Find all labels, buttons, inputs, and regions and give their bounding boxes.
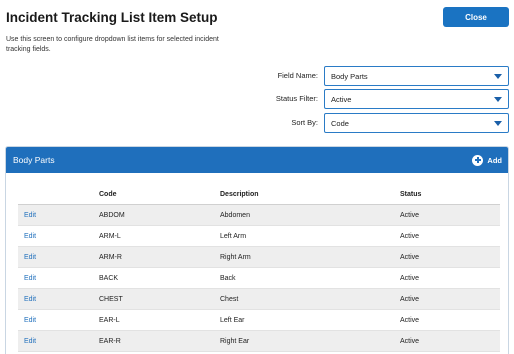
- body-parts-panel: Body Parts Add Code Description Status E…: [5, 146, 509, 354]
- row-description: Abdomen: [220, 212, 250, 219]
- add-label: Add: [487, 155, 502, 165]
- row-description: Right Arm: [220, 254, 251, 261]
- edit-link[interactable]: Edit: [24, 317, 36, 324]
- table-row: Edit BACK Back Active: [18, 268, 500, 289]
- row-code: EAR-L: [99, 317, 120, 324]
- row-status: Active: [400, 254, 420, 261]
- field-name-label: Field Name:: [277, 71, 318, 80]
- row-description: Right Ear: [220, 338, 250, 345]
- status-filter-select[interactable]: Active: [324, 89, 509, 109]
- edit-link[interactable]: Edit: [24, 254, 36, 261]
- chevron-down-icon: [494, 121, 502, 126]
- edit-link[interactable]: Edit: [24, 275, 36, 282]
- table-row: Edit ARM-L Left Arm Active: [18, 226, 500, 247]
- sort-by-value: Code: [331, 119, 349, 128]
- sort-by-label: Sort By:: [291, 118, 318, 127]
- add-button[interactable]: Add: [472, 153, 502, 167]
- row-description: Left Arm: [220, 233, 247, 240]
- column-header-description: Description: [220, 191, 259, 198]
- page-title: Incident Tracking List Item Setup: [6, 10, 218, 25]
- plus-circle-icon: [472, 154, 484, 166]
- table-header: Code Description Status: [18, 184, 500, 205]
- field-name-row: Field Name: Body Parts: [0, 66, 514, 86]
- column-header-code: Code: [99, 191, 117, 198]
- row-status: Active: [400, 212, 420, 219]
- row-status: Active: [400, 296, 420, 303]
- row-description: Back: [220, 275, 236, 282]
- row-code: ARM-R: [99, 254, 122, 261]
- status-filter-row: Status Filter: Active: [0, 89, 514, 109]
- status-filter-value: Active: [331, 95, 352, 104]
- row-description: Chest: [220, 296, 239, 303]
- row-description: Left Ear: [220, 317, 245, 324]
- sort-by-select[interactable]: Code: [324, 113, 509, 133]
- edit-link[interactable]: Edit: [24, 296, 36, 303]
- field-name-select[interactable]: Body Parts: [324, 66, 509, 86]
- field-name-value: Body Parts: [331, 72, 368, 81]
- row-code: BACK: [99, 275, 119, 282]
- row-status: Active: [400, 275, 420, 282]
- row-code: ABDOM: [99, 212, 125, 219]
- edit-link[interactable]: Edit: [24, 212, 36, 219]
- edit-link[interactable]: Edit: [24, 338, 36, 345]
- panel-header: Body Parts Add: [6, 147, 508, 173]
- row-status: Active: [400, 317, 420, 324]
- row-code: EAR-R: [99, 338, 121, 345]
- table-row: Edit EAR-R Right Ear Active: [18, 331, 500, 352]
- chevron-down-icon: [494, 97, 502, 102]
- page-description: Use this screen to configure dropdown li…: [6, 36, 219, 53]
- edit-link[interactable]: Edit: [24, 233, 36, 240]
- close-button[interactable]: Close: [443, 7, 509, 27]
- panel-title: Body Parts: [13, 155, 55, 165]
- row-status: Active: [400, 233, 420, 240]
- chevron-down-icon: [494, 74, 502, 79]
- row-code: CHEST: [99, 296, 123, 303]
- column-header-status: Status: [400, 191, 422, 198]
- table-row: Edit ABDOM Abdomen Active: [18, 205, 500, 226]
- row-status: Active: [400, 338, 420, 345]
- row-code: ARM-L: [99, 233, 121, 240]
- table-row: Edit CHEST Chest Active: [18, 289, 500, 310]
- table-row: Edit EAR-L Left Ear Active: [18, 310, 500, 331]
- list-items-table: Code Description Status Edit ABDOM Abdomen…: [18, 184, 500, 352]
- status-filter-label: Status Filter:: [275, 94, 318, 103]
- table-row: Edit ARM-R Right Arm Active: [18, 247, 500, 268]
- sort-by-row: Sort By: Code: [0, 113, 514, 133]
